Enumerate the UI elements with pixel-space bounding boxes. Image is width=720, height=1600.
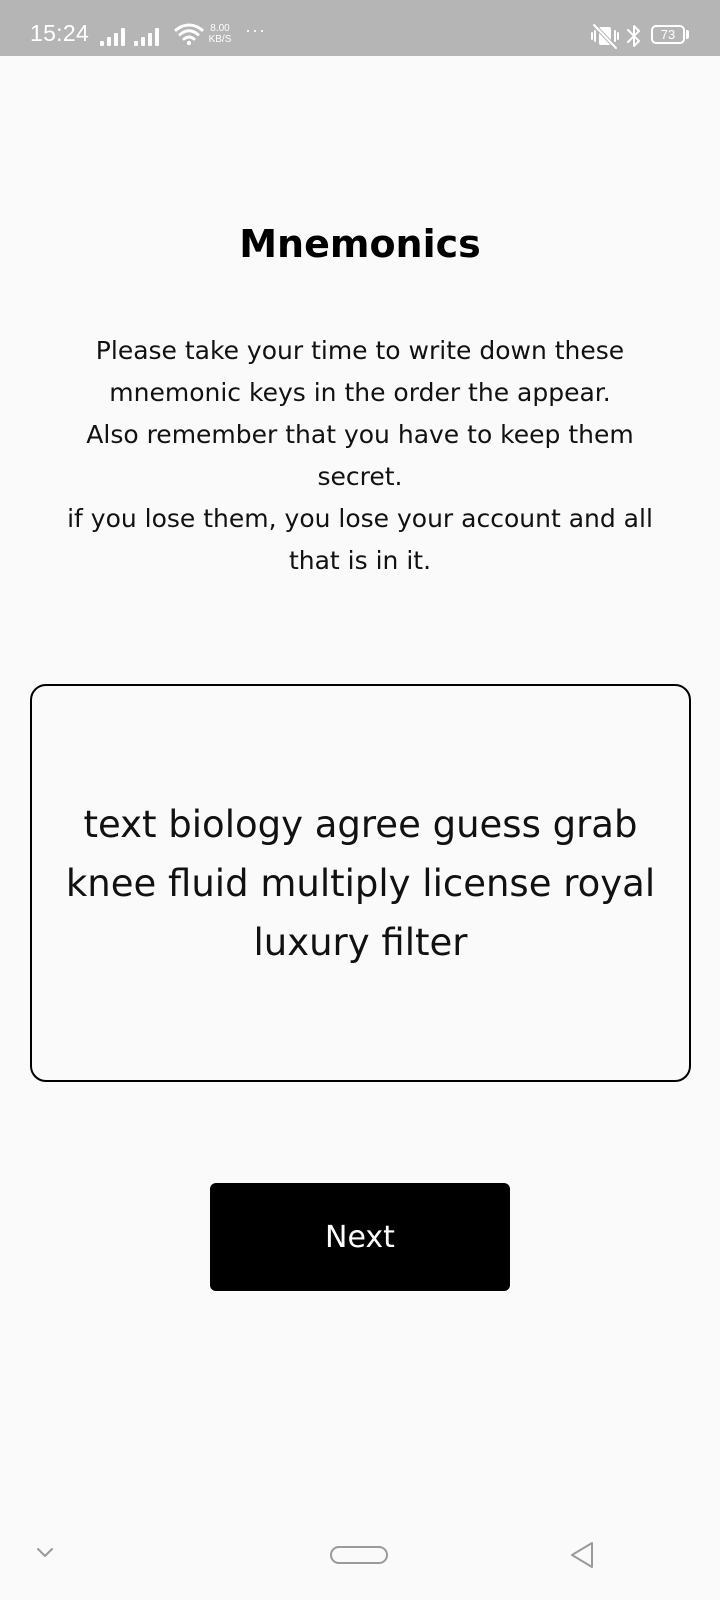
wifi-icon (174, 23, 204, 46)
mnemonic-line: knee fluid multiply license royal (65, 861, 656, 905)
mnemonic-phrase-box: text biology agree guess grab knee fluid… (30, 684, 691, 1082)
instructions-text: Please take your time to write down thes… (30, 330, 690, 582)
instructions-line: mnemonic keys in the order the appear. (109, 378, 611, 407)
mnemonics-screen: 15:24 8.00 KB/S ··· 73 Mnemonics Please … (0, 0, 720, 1600)
instructions-line: if you lose them, you lose your account … (67, 504, 653, 533)
signal-icon (134, 26, 162, 46)
vibrate-off-icon (591, 23, 619, 50)
back-triangle-icon[interactable] (568, 1540, 596, 1570)
navigation-bar (0, 1510, 720, 1600)
page-title: Mnemonics (239, 222, 481, 266)
instructions-line: Also remember that you have to keep them (86, 420, 634, 449)
mnemonic-phrase: text biology agree guess grab knee fluid… (66, 795, 655, 972)
status-time: 15:24 (30, 20, 90, 46)
net-speed-value: 8.00 (210, 23, 230, 34)
next-button-label: Next (325, 1219, 395, 1255)
battery-icon: 73 (651, 25, 685, 44)
home-pill-icon[interactable] (330, 1546, 388, 1564)
battery-level: 73 (660, 27, 676, 42)
net-speed: 8.00 KB/S (205, 23, 235, 45)
instructions-line: that is in it. (288, 546, 432, 575)
battery-tip (686, 30, 689, 39)
chevron-down-icon[interactable] (36, 1546, 54, 1560)
next-button[interactable]: Next (210, 1183, 510, 1291)
signal-icon (100, 26, 128, 46)
instructions-line: secret. (317, 462, 403, 491)
net-speed-unit: KB/S (208, 34, 232, 45)
more-notifications-icon: ··· (245, 20, 266, 40)
status-bar: 15:24 8.00 KB/S ··· 73 (0, 0, 720, 56)
instructions-line: Please take your time to write down thes… (95, 336, 625, 365)
mnemonic-line: luxury filter (253, 920, 468, 964)
mnemonic-line: text biology agree guess grab (83, 802, 638, 846)
bluetooth-icon (627, 25, 640, 47)
